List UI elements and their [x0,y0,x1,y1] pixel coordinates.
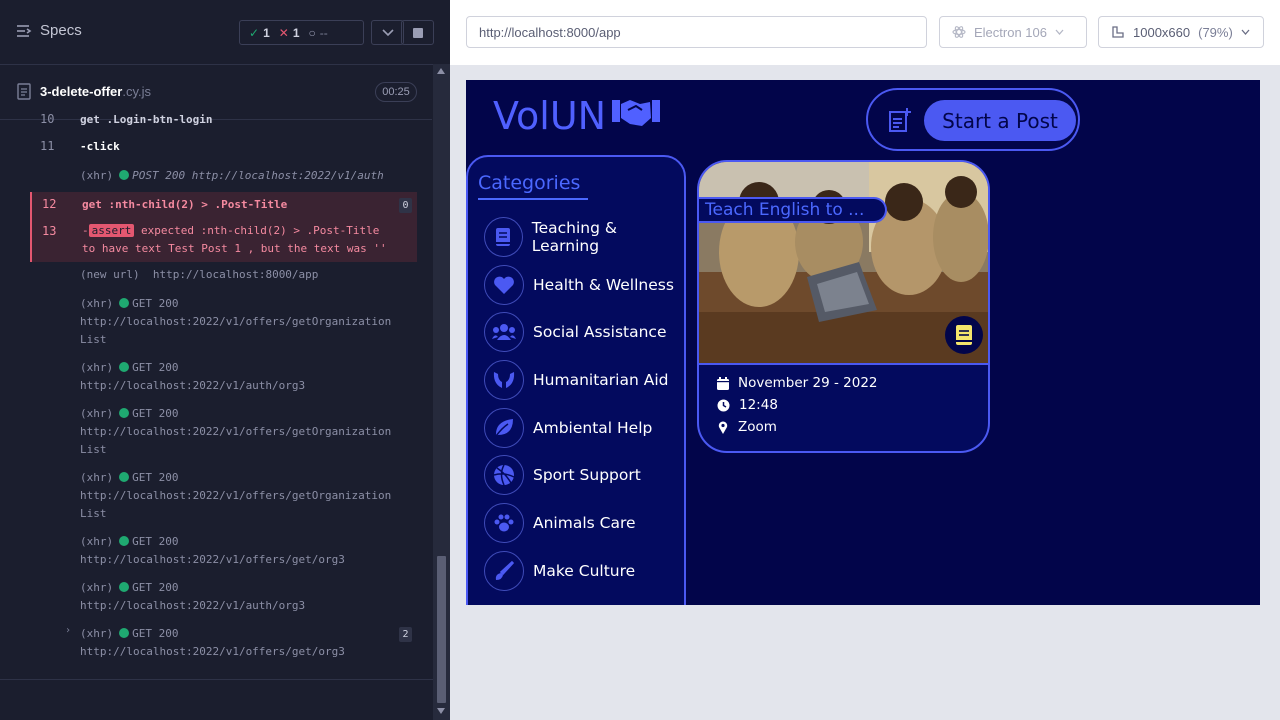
viewport-selector[interactable]: 1000x660 (79%) [1098,16,1264,48]
location-pin-icon [718,421,728,434]
new-post-icon[interactable] [888,107,912,133]
command-row-xhr[interactable]: (xhr) GET 200 http://localhost:2022/v1/aut… [30,359,417,395]
runner-header: Specs ✓ 1 ✕ 1 ○ -- [0,0,450,65]
command-row-click[interactable]: 11 -click [30,138,417,156]
status-dot-icon [119,408,130,418]
category-make-culture[interactable]: Make Culture [484,551,635,591]
pending-count: ○ -- [308,25,328,40]
assert-tag: assert [88,224,135,237]
command-row-xhr[interactable]: (xhr) GET 200 http://localhost:2022/v1/off… [30,405,417,459]
divider [699,363,988,365]
heart-icon [484,265,524,305]
status-dot-icon [119,298,130,308]
stop-icon [412,27,423,38]
status-dot-icon [119,628,130,638]
chevron-down-icon [1055,29,1064,35]
specs-label: Specs [40,22,82,39]
divider [0,679,433,680]
calendar-icon [717,376,729,390]
cross-icon: ✕ [278,25,289,40]
file-icon [17,83,31,100]
collapse-button[interactable] [371,20,404,45]
category-humanitarian-aid[interactable]: Humanitarian Aid [484,360,668,400]
book-icon [956,325,972,345]
passed-count: ✓ 1 [249,25,270,40]
category-ambiental-help[interactable]: Ambiental Help [484,408,652,448]
command-row-xhr[interactable]: › (xhr) GET 200 http://localhost:2022/v1/o… [30,625,417,661]
chevron-right-icon: › [65,625,72,636]
status-dot-icon [119,472,130,482]
scroll-down-icon[interactable] [437,708,445,714]
volleyball-icon [484,455,524,495]
check-icon: ✓ [249,25,260,40]
leaf-icon [484,408,524,448]
element-count-badge: 0 [399,198,412,213]
post-date: November 29 - 2022 [717,375,878,391]
app-under-test: VolUN Start a Post Categories Teaching &… [466,80,1260,605]
command-row-new-url[interactable]: (new url) http://localhost:8000/app [30,266,417,284]
categories-title: Categories [478,172,588,200]
chevron-down-icon [1241,29,1250,35]
command-row-assert-failed[interactable]: 13 - assert expected :nth-child(2) > .Pos… [30,220,417,262]
failed-count: ✕ 1 [278,25,300,40]
status-dot-icon [119,170,130,180]
chevron-down-icon [381,28,394,36]
ruler-icon [1112,26,1124,38]
start-post-container: Start a Post [866,88,1080,151]
category-badge [945,316,983,354]
book-icon [484,217,523,257]
hands-icon [484,360,524,400]
request-count-badge: 2 [399,627,412,642]
post-time: 12:48 [717,397,778,413]
specs-toggle[interactable]: Specs [16,22,82,39]
paw-icon [484,503,524,543]
command-row-xhr[interactable]: (xhr) GET 200 http://localhost:2022/v1/aut… [30,579,417,615]
command-row[interactable]: 10 get .Login-btn-login [30,112,417,128]
clock-icon [717,399,730,411]
electron-icon [952,26,966,38]
spec-file-name[interactable]: 3-delete-offer.cy.js [40,84,151,99]
command-row-xhr[interactable]: (xhr) GET 200 http://localhost:2022/v1/off… [30,295,417,346]
post-title[interactable]: Teach English to ... [699,197,887,223]
people-icon [484,312,524,352]
post-card[interactable]: Teach English to ... November 29 - 2022 … [697,160,990,453]
scroll-up-icon[interactable] [437,68,445,74]
scrollbar-thumb[interactable] [437,556,446,703]
specs-list-icon [17,24,32,37]
status-dot-icon [119,362,130,372]
aut-header: http://localhost:8000/app Electron 106 1… [450,0,1280,65]
post-location: Zoom [717,419,777,435]
category-health-wellness[interactable]: Health & Wellness [484,265,674,305]
start-post-button[interactable]: Start a Post [924,100,1076,141]
test-stats: ✓ 1 ✕ 1 ○ -- [239,20,364,45]
category-teaching-learning[interactable]: Teaching & Learning [484,217,684,257]
handshake-icon [612,100,660,126]
command-row-xhr[interactable]: (xhr) GET 200 http://localhost:2022/v1/off… [30,469,417,523]
status-dot-icon [119,536,130,546]
category-social-assistance[interactable]: Social Assistance [484,312,666,352]
categories-panel: Categories Teaching & Learning Health & … [466,155,686,605]
command-log: 10 get .Login-btn-login 11 -click (xhr) P… [30,112,417,666]
spinner-icon: ○ [308,25,316,40]
command-row-xhr[interactable]: (xhr) POST 200 http://localhost:2022/v1/a… [30,167,417,185]
spec-duration: 00:25 [375,82,417,102]
stop-button[interactable] [401,20,434,45]
command-row-get[interactable]: 12 get :nth-child(2) > .Post-Title 0 [30,192,417,220]
browser-selector[interactable]: Electron 106 [939,16,1087,48]
command-row-xhr[interactable]: (xhr) GET 200 http://localhost:2022/v1/off… [30,533,417,569]
app-logo[interactable]: VolUN [493,94,606,138]
brush-icon [484,551,524,591]
status-dot-icon [119,582,130,592]
category-animals-care[interactable]: Animals Care [484,503,636,543]
cypress-runner-panel: Specs ✓ 1 ✕ 1 ○ -- 3-delete-offer.cy.js 00:… [0,0,450,720]
category-sport-support[interactable]: Sport Support [484,455,641,495]
url-bar[interactable]: http://localhost:8000/app [466,16,927,48]
